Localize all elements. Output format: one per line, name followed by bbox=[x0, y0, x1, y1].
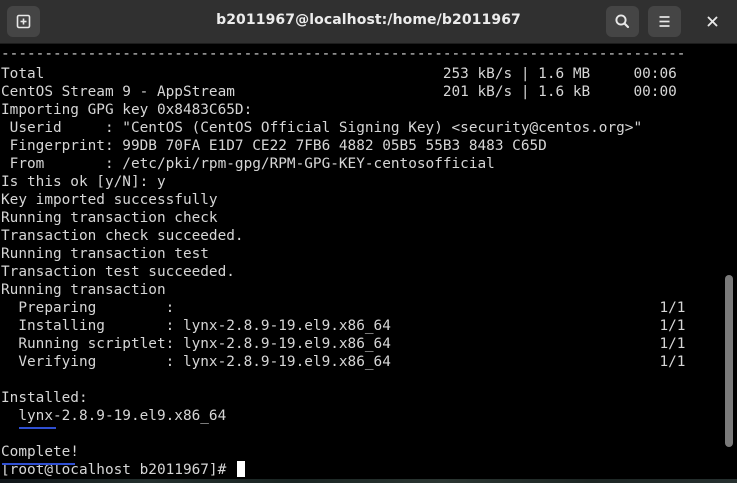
terminal-line: Running transaction test bbox=[1, 246, 209, 262]
close-icon bbox=[707, 16, 718, 27]
close-button[interactable] bbox=[696, 6, 729, 37]
terminal-line: Transaction test succeeded. bbox=[1, 264, 235, 280]
terminal-line: Fingerprint: 99DB 70FA E1D7 CE22 7FB6 48… bbox=[1, 138, 547, 154]
terminal-line: Userid : "CentOS (CentOS Official Signin… bbox=[1, 120, 643, 136]
terminal-line: Complete! bbox=[1, 444, 79, 460]
link-underline bbox=[2, 463, 75, 465]
terminal-line: From : /etc/pki/rpm-gpg/RPM-GPG-KEY-cent… bbox=[1, 156, 495, 172]
terminal-line: Preparing : 1/1 bbox=[1, 300, 686, 316]
terminal-output[interactable]: ----------------------------------------… bbox=[0, 44, 737, 483]
search-button[interactable] bbox=[606, 6, 639, 37]
link-underline bbox=[19, 427, 56, 429]
terminal-line: lynx-2.8.9-19.el9.x86_64 bbox=[1, 408, 227, 424]
text-cursor bbox=[236, 461, 245, 477]
terminal-line: Importing GPG key 0x8483C65D: bbox=[1, 102, 253, 118]
terminal-line: Running transaction bbox=[1, 282, 166, 298]
terminal-line: Total 253 kB/s | 1.6 MB 00:06 bbox=[1, 66, 677, 82]
terminal-line: CentOS Stream 9 - AppStream 201 kB/s | 1… bbox=[1, 84, 677, 100]
desktop-background-strip bbox=[0, 479, 737, 483]
terminal-line: Installing : lynx-2.8.9-19.el9.x86_64 1/… bbox=[1, 318, 686, 334]
terminal-window: b2011967@localhost:/home/b2011967 ------… bbox=[0, 0, 737, 483]
terminal-line: Installed: bbox=[1, 390, 88, 406]
terminal-line: Running transaction check bbox=[1, 210, 218, 226]
terminal-line: Running scriptlet: lynx-2.8.9-19.el9.x86… bbox=[1, 336, 686, 352]
terminal-line: Key imported successfully bbox=[1, 192, 218, 208]
terminal-line: Transaction check succeeded. bbox=[1, 228, 244, 244]
menu-button[interactable] bbox=[648, 6, 681, 37]
terminal-line: Verifying : lynx-2.8.9-19.el9.x86_64 1/1 bbox=[1, 354, 686, 370]
search-icon bbox=[615, 14, 630, 29]
scrollbar-thumb[interactable] bbox=[725, 275, 733, 447]
hamburger-menu-icon bbox=[659, 16, 670, 27]
terminal-line: Is this ok [y/N]: y bbox=[1, 174, 166, 190]
terminal-line: ----------------------------------------… bbox=[1, 46, 686, 62]
title-bar: b2011967@localhost:/home/b2011967 bbox=[0, 0, 737, 44]
